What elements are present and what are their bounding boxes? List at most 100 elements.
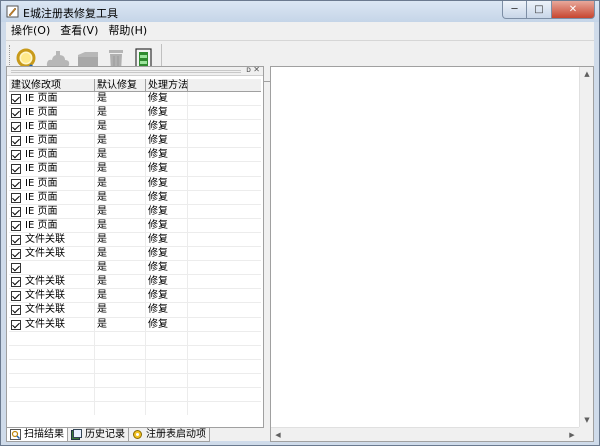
cell-item: IE 页面 [9, 176, 95, 191]
empty-cell [95, 345, 146, 360]
item-label: IE 页面 [25, 149, 58, 161]
panel-caption: ᴅ ✕ [7, 65, 263, 76]
row-checkbox[interactable] [11, 108, 21, 119]
table-row[interactable]: IE 页面 是修复 [9, 162, 261, 177]
empty-cell [146, 331, 188, 346]
app-window: E城注册表修复工具 ─ □ ✕ 操作(O) 查看(V) 帮助(H) ᴅ ✕ 建议… [0, 0, 600, 446]
row-checkbox[interactable] [11, 136, 21, 147]
title-bar[interactable]: E城注册表修复工具 ─ □ ✕ [1, 1, 599, 22]
cell-item: IE 页面 [9, 204, 95, 219]
row-checkbox[interactable] [11, 178, 21, 189]
cell-method: 修复 [146, 247, 188, 262]
table-row[interactable]: 文件关联 是修复 [9, 317, 261, 332]
item-label: IE 页面 [25, 205, 58, 217]
scroll-up-icon[interactable]: ▲ [580, 67, 594, 81]
row-checkbox[interactable] [11, 220, 21, 231]
row-checkbox[interactable] [11, 291, 21, 302]
menu-help[interactable]: 帮助(H) [103, 22, 152, 39]
item-label: IE 页面 [25, 191, 58, 203]
scroll-left-icon[interactable]: ◀ [271, 428, 285, 442]
row-checkbox[interactable] [11, 263, 21, 274]
cell-item: IE 页面 [9, 92, 95, 106]
cell-method: 修复 [146, 289, 188, 304]
empty-cell [9, 387, 95, 402]
table-row[interactable]: 文件关联 是修复 [9, 247, 261, 262]
tab-scan-results-label: 扫描结果 [24, 429, 64, 440]
item-label: IE 页面 [25, 135, 58, 147]
table-row[interactable]: IE 页面 是修复 [9, 176, 261, 191]
maximize-button[interactable]: □ [527, 1, 552, 19]
cell-default-fix: 是 [95, 148, 146, 163]
cell-default-fix: 是 [95, 176, 146, 191]
column-header-method[interactable]: 处理方法 [146, 79, 188, 92]
empty-row [9, 402, 261, 415]
cell-item: IE 页面 [9, 134, 95, 149]
minimize-button[interactable]: ─ [502, 1, 527, 19]
horizontal-scrollbar[interactable]: ◀ ▶ [271, 427, 579, 441]
panel-grip[interactable] [11, 70, 241, 73]
cell-default-fix: 是 [95, 190, 146, 205]
row-checkbox[interactable] [11, 234, 21, 245]
cell-method: 修复 [146, 204, 188, 219]
cell-item: 文件关联 [9, 275, 95, 290]
menu-bar: 操作(O) 查看(V) 帮助(H) [6, 22, 594, 39]
row-checkbox[interactable] [11, 206, 21, 217]
empty-cell [146, 402, 188, 415]
table-row[interactable]: IE 页面 是修复 [9, 218, 261, 233]
item-label: IE 页面 [25, 219, 58, 231]
cell-item: 文件关联 [9, 317, 95, 332]
item-label: 文件关联 [25, 233, 65, 245]
table-row[interactable]: IE 页面 是修复 [9, 134, 261, 149]
empty-row [9, 331, 261, 346]
vertical-scrollbar[interactable]: ▲ ▼ [579, 67, 593, 427]
grid-body: IE 页面是修复 IE 页面是修复 IE 页面是修复 IE 页面是修复 IE 页面是修复… [9, 92, 261, 415]
table-row[interactable]: IE 页面 是修复 [9, 92, 261, 107]
scroll-right-icon[interactable]: ▶ [565, 428, 579, 442]
table-row[interactable]: 文件关联 是修复 [9, 275, 261, 290]
panel-close-icon[interactable]: ✕ [253, 65, 260, 74]
row-checkbox[interactable] [11, 319, 21, 330]
cell-default-fix: 是 [95, 106, 146, 121]
cell-default-fix: 是 [95, 317, 146, 332]
tab-startup-label: 注册表启动项 [146, 429, 206, 440]
empty-row [9, 359, 261, 374]
row-checkbox[interactable] [11, 150, 21, 161]
table-row[interactable]: 文件关联 是修复 [9, 289, 261, 304]
tab-scan-results[interactable]: 扫描结果 [6, 428, 68, 442]
scroll-down-icon[interactable]: ▼ [580, 413, 594, 427]
cell-method: 修复 [146, 134, 188, 149]
window-controls: ─ □ ✕ [502, 1, 595, 19]
menu-view[interactable]: 查看(V) [55, 22, 103, 39]
row-checkbox[interactable] [11, 94, 21, 104]
row-checkbox[interactable] [11, 164, 21, 175]
table-row[interactable]: IE 页面 是修复 [9, 190, 261, 205]
tab-history[interactable]: 历史记录 [67, 428, 129, 442]
row-checkbox[interactable] [11, 249, 21, 260]
tab-startup[interactable]: 注册表启动项 [128, 428, 210, 442]
table-row[interactable]: IE 页面 是修复 [9, 120, 261, 135]
table-row[interactable]: 文件关联 是修复 [9, 303, 261, 318]
scrollbar-corner [579, 427, 593, 441]
column-header-default-fix[interactable]: 默认修复 [95, 79, 146, 92]
empty-cell [9, 359, 95, 374]
row-checkbox[interactable] [11, 305, 21, 316]
empty-row [9, 373, 261, 388]
close-button[interactable]: ✕ [552, 1, 595, 19]
column-header-item[interactable]: 建议修改项 [9, 79, 95, 92]
row-checkbox[interactable] [11, 277, 21, 288]
cell-method: 修复 [146, 92, 188, 106]
row-checkbox[interactable] [11, 122, 21, 133]
table-row[interactable]: 是修复 [9, 261, 261, 276]
empty-cell [95, 373, 146, 388]
menu-operate[interactable]: 操作(O) [6, 22, 55, 39]
item-label: IE 页面 [25, 93, 58, 104]
table-row[interactable]: 文件关联 是修复 [9, 232, 261, 248]
pin-icon[interactable]: ᴅ [246, 65, 251, 74]
table-row[interactable]: IE 页面 是修复 [9, 148, 261, 163]
results-grid: 建议修改项 默认修复 处理方法 IE 页面是修复 IE 页面是修复 IE 页面是修复… [9, 79, 261, 415]
empty-cell [95, 387, 146, 402]
row-checkbox[interactable] [11, 192, 21, 203]
item-label: IE 页面 [25, 107, 58, 119]
table-row[interactable]: IE 页面 是修复 [9, 106, 261, 121]
table-row[interactable]: IE 页面 是修复 [9, 204, 261, 219]
